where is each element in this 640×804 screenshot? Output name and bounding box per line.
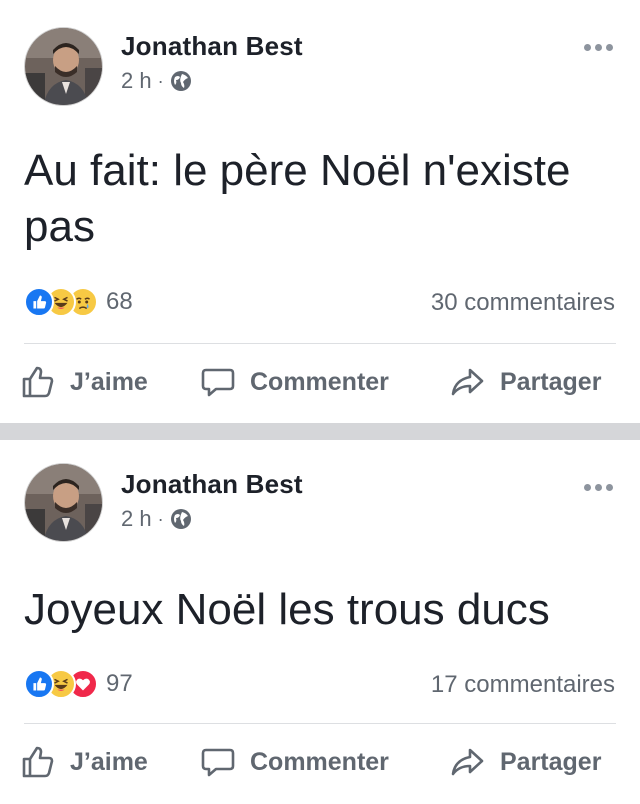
comment-icon (201, 368, 235, 397)
like-icon (24, 287, 54, 317)
like-label: J’aime (70, 367, 148, 396)
comment-label: Commenter (250, 747, 389, 776)
avatar-photo (25, 464, 102, 541)
author-name[interactable]: Jonathan Best (121, 469, 303, 500)
divider (24, 343, 616, 344)
comment-count[interactable]: 30 commentaires (431, 289, 615, 317)
reactions-summary[interactable]: 97 (24, 669, 133, 699)
like-button[interactable]: J’aime (20, 744, 148, 780)
comment-button[interactable]: Commenter (200, 364, 389, 400)
avatar[interactable] (24, 463, 103, 542)
post: Jonathan Best 2 h · Au fait: le père Noë… (0, 0, 640, 423)
share-label: Partager (500, 747, 602, 776)
thumbs-up-icon (22, 746, 54, 778)
share-icon (451, 368, 484, 396)
comment-count[interactable]: 17 commentaires (431, 671, 615, 699)
author-name[interactable]: Jonathan Best (121, 31, 303, 62)
post-separator (0, 423, 640, 440)
avatar[interactable] (24, 27, 103, 106)
post: Jonathan Best 2 h · Joyeux Noël les trou… (0, 440, 640, 804)
more-options-icon[interactable] (584, 484, 613, 491)
globe-icon (170, 509, 191, 529)
globe-icon (170, 71, 191, 91)
reaction-count: 68 (106, 288, 133, 315)
more-options-icon[interactable] (584, 44, 613, 51)
reaction-count: 97 (106, 670, 133, 697)
share-button[interactable]: Partager (450, 364, 601, 400)
thumbs-up-icon (22, 366, 54, 398)
post-meta: 2 h · (121, 506, 192, 532)
post-meta: 2 h · (121, 68, 192, 94)
post-text: Au fait: le père Noël n'existe pas (24, 146, 571, 251)
share-label: Partager (500, 367, 602, 396)
post-time[interactable]: 2 h (121, 68, 152, 94)
reactions-summary[interactable]: 68 (24, 287, 133, 317)
like-button[interactable]: J’aime (20, 364, 148, 400)
comment-label: Commenter (250, 367, 389, 396)
share-button[interactable]: Partager (450, 744, 601, 780)
post-text: Joyeux Noël les trous ducs (24, 585, 550, 634)
like-icon (24, 669, 54, 699)
comment-icon (201, 748, 235, 777)
avatar-photo (25, 28, 102, 105)
meta-separator: · (157, 70, 164, 91)
meta-separator: · (157, 508, 164, 529)
share-icon (451, 748, 484, 776)
post-time[interactable]: 2 h (121, 506, 152, 532)
divider (24, 723, 616, 724)
like-label: J’aime (70, 747, 148, 776)
comment-button[interactable]: Commenter (200, 744, 389, 780)
